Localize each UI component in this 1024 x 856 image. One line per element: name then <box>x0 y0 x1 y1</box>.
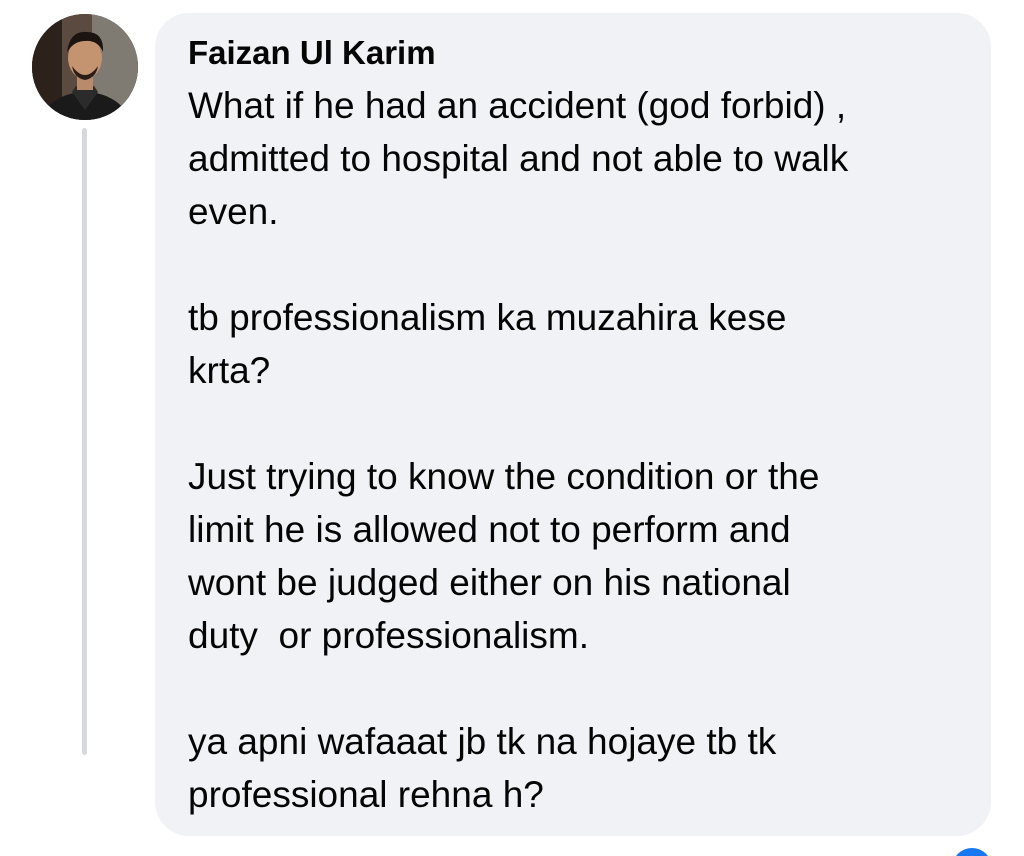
comment-author[interactable]: Faizan Ul Karim <box>188 31 961 75</box>
thread-line <box>82 128 87 755</box>
comment-paragraph: ya apni wafaaat jb tk na hojaye tb tk pr… <box>188 721 777 815</box>
reaction-badge-icon[interactable] <box>952 848 992 856</box>
comment-paragraph: Just trying to know the condition or the… <box>188 456 820 656</box>
avatar[interactable] <box>32 14 138 120</box>
comment-paragraph: What if he had an accident (god forbid) … <box>188 85 849 232</box>
comment-bubble[interactable]: Faizan Ul Karim What if he had an accide… <box>155 13 991 836</box>
comment-paragraph: tb professionalism ka muzahira kese krta… <box>188 297 787 391</box>
profile-photo-icon <box>32 14 138 120</box>
comment-thread: Faizan Ul Karim What if he had an accide… <box>0 0 1024 856</box>
